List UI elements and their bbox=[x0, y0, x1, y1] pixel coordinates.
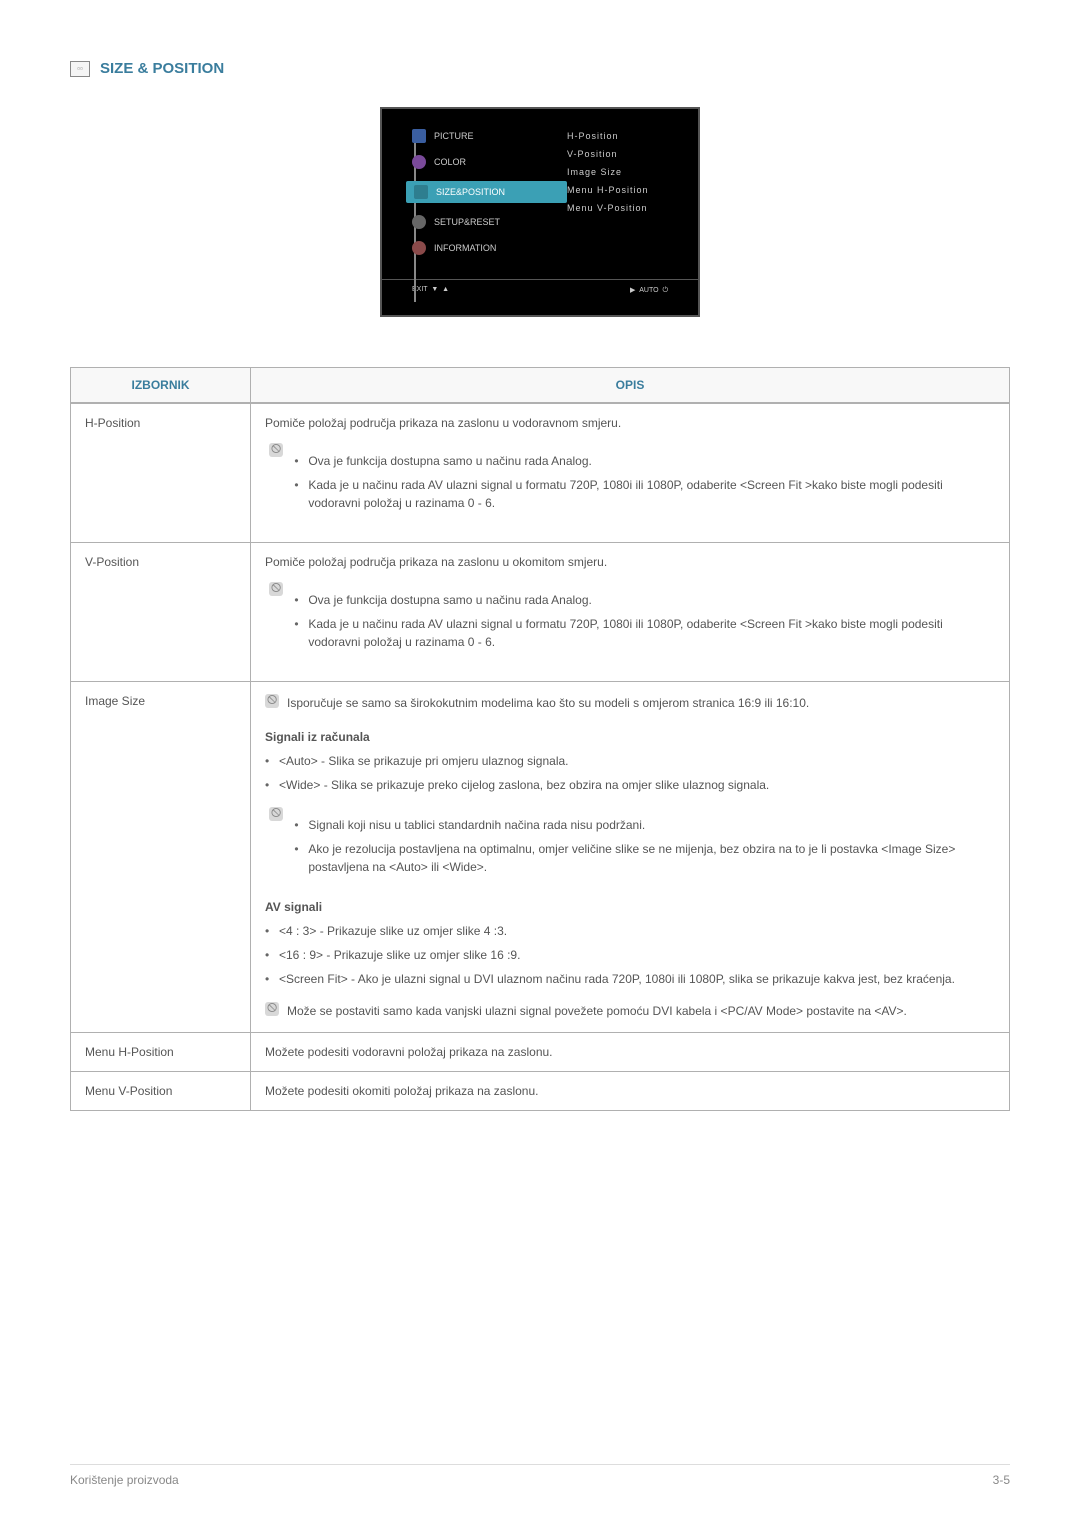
subheading: Signali iz računala bbox=[265, 730, 995, 744]
table-row: Image Size Isporučuje se samo sa širokok… bbox=[71, 682, 1010, 1033]
osd-subitem: V-Position bbox=[567, 149, 649, 159]
note-block: Ova je funkcija dostupna samo u načinu r… bbox=[265, 581, 995, 657]
av-signal-list: <4 : 3> - Prikazuje slike uz omjer slike… bbox=[265, 922, 995, 988]
osd-footer-left: EXIT ▼ ▲ bbox=[412, 286, 449, 295]
pc-signal-list: <Auto> - Slika se prikazuje pri omjeru u… bbox=[265, 752, 995, 794]
osd-main-item: PICTURE bbox=[412, 129, 567, 143]
table-row: V-Position Pomiče položaj područja prika… bbox=[71, 543, 1010, 682]
footer-right: 3-5 bbox=[993, 1473, 1010, 1487]
menu-name: Image Size bbox=[71, 682, 251, 1033]
osd-subitem: H-Position bbox=[567, 131, 649, 141]
menu-name: Menu V-Position bbox=[71, 1072, 251, 1111]
note-icon bbox=[265, 1002, 279, 1016]
menu-desc: Pomiče položaj područja prikaza na zaslo… bbox=[251, 543, 1010, 682]
menu-name: H-Position bbox=[71, 403, 251, 543]
table-header-desc: OPIS bbox=[251, 368, 1010, 404]
osd-footer: EXIT ▼ ▲ ▶ AUTO ⏻ bbox=[382, 279, 698, 295]
section-title: SIZE & POSITION bbox=[100, 60, 224, 77]
osd-main-item-selected: SIZE&POSITION bbox=[406, 181, 567, 203]
table-row: H-Position Pomiče položaj područja prika… bbox=[71, 403, 1010, 543]
osd-footer-right: ▶ AUTO ⏻ bbox=[630, 286, 668, 295]
osd-menu: PICTURE COLOR SIZE&POSITION SETUP&RESET … bbox=[380, 107, 700, 317]
osd-left-column: PICTURE COLOR SIZE&POSITION SETUP&RESET … bbox=[382, 129, 567, 267]
footer-left: Korištenje proizvoda bbox=[70, 1473, 179, 1487]
menu-desc: Isporučuje se samo sa širokokutnim model… bbox=[251, 682, 1010, 1033]
subheading: AV signali bbox=[265, 900, 995, 914]
note-icon bbox=[265, 694, 279, 708]
note-block: Signali koji nisu u tablici standardnih … bbox=[265, 806, 995, 882]
setup-icon bbox=[412, 215, 426, 229]
note-icon bbox=[269, 443, 283, 457]
page-footer: Korištenje proizvoda 3-5 bbox=[70, 1464, 1010, 1487]
osd-main-item: COLOR bbox=[412, 155, 567, 169]
table-header-menu: IZBORNIK bbox=[71, 368, 251, 404]
menu-desc: Pomiče položaj područja prikaza na zaslo… bbox=[251, 403, 1010, 543]
menu-desc: Možete podesiti vodoravni položaj prikaz… bbox=[251, 1033, 1010, 1072]
osd-subitem: Menu H-Position bbox=[567, 185, 649, 195]
osd-subitem: Menu V-Position bbox=[567, 203, 649, 213]
menu-name: V-Position bbox=[71, 543, 251, 682]
picture-icon bbox=[412, 129, 426, 143]
sizeposition-icon bbox=[414, 185, 428, 199]
table-row: Menu V-Position Možete podesiti okomiti … bbox=[71, 1072, 1010, 1111]
table-row: Menu H-Position Možete podesiti vodoravn… bbox=[71, 1033, 1010, 1072]
settings-table: IZBORNIK OPIS H-Position Pomiče položaj … bbox=[70, 367, 1010, 1111]
osd-main-item: INFORMATION bbox=[412, 241, 567, 255]
section-header: ▫▫ SIZE & POSITION bbox=[70, 60, 1010, 77]
menu-desc: Možete podesiti okomiti položaj prikaza … bbox=[251, 1072, 1010, 1111]
osd-subitem: Image Size bbox=[567, 167, 649, 177]
size-position-icon: ▫▫ bbox=[70, 61, 90, 77]
color-icon bbox=[412, 155, 426, 169]
note-block: Isporučuje se samo sa širokokutnim model… bbox=[265, 694, 995, 712]
osd-main-item: SETUP&RESET bbox=[412, 215, 567, 229]
osd-right-column: H-Position V-Position Image Size Menu H-… bbox=[567, 129, 649, 267]
note-icon bbox=[269, 807, 283, 821]
info-icon bbox=[412, 241, 426, 255]
note-block: Može se postaviti samo kada vanjski ulaz… bbox=[265, 1002, 995, 1020]
note-block: Ova je funkcija dostupna samo u načinu r… bbox=[265, 442, 995, 518]
menu-name: Menu H-Position bbox=[71, 1033, 251, 1072]
note-icon bbox=[269, 582, 283, 596]
